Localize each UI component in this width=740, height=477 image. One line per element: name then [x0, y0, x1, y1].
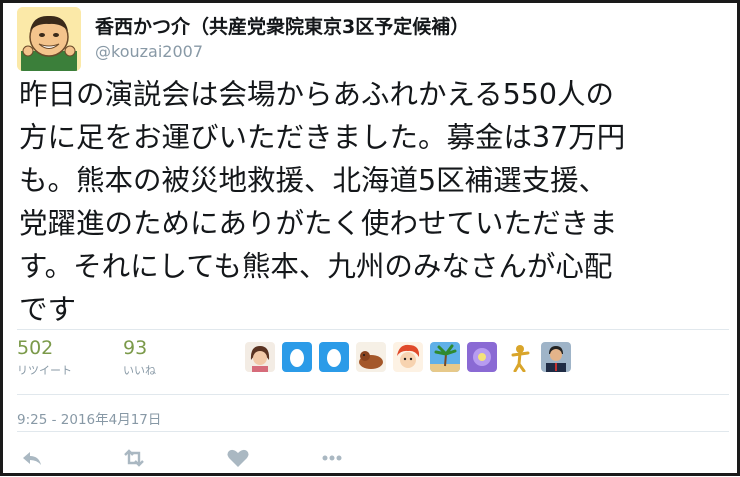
more-icon[interactable] — [317, 443, 347, 473]
divider — [17, 329, 729, 330]
dog-avatar[interactable] — [356, 342, 386, 372]
display-name[interactable]: 香西かつ介（共産党衆院東京3区予定候補） — [95, 12, 469, 39]
cartoon-avatar[interactable] — [393, 342, 423, 372]
purple-flower-avatar[interactable] — [467, 342, 497, 372]
tweet-text-line: す。それにしても熊本、九州のみなさんが心配 — [19, 250, 613, 283]
user-handle[interactable]: @kouzai2007 — [95, 42, 203, 61]
like-stat[interactable]: 93 いいね — [123, 337, 156, 378]
figure-avatar[interactable] — [504, 342, 534, 372]
egg-avatar[interactable] — [319, 342, 349, 372]
retweet-stat[interactable]: 502 リツイート — [17, 337, 72, 378]
tweet-card: 香西かつ介（共産党衆院東京3区予定候補） @kouzai2007 昨日の演説会は… — [0, 0, 740, 476]
tweet-text-line: 方に足をお運びいただきました。募金は37万円 — [19, 121, 626, 154]
divider — [17, 431, 729, 432]
like-label: いいね — [123, 364, 156, 377]
like-count: 93 — [123, 337, 148, 359]
tweet-text: 昨日の演説会は会場からあふれかえる550人の 方に足をお運びいただきました。募金… — [19, 73, 731, 331]
retweet-label: リツイート — [17, 364, 72, 377]
liker-avatars — [245, 342, 578, 376]
egg-avatar[interactable] — [282, 342, 312, 372]
tweet-text-line: 昨日の演説会は会場からあふれかえる550人の — [19, 78, 615, 111]
woman-avatar[interactable] — [245, 342, 275, 372]
tweet-text-line: 党躍進のためにありがたく使わせていただきま — [19, 207, 618, 240]
retweet-icon[interactable] — [119, 443, 149, 473]
palm-tree-avatar[interactable] — [430, 342, 460, 372]
like-icon[interactable] — [223, 443, 253, 473]
tweet-text-line: です — [19, 293, 77, 326]
man-avatar[interactable] — [541, 342, 571, 372]
tweet-text-line: も。熊本の被災地救援、北海道5区補選支援、 — [19, 164, 608, 197]
avatar-illustration — [17, 7, 81, 71]
profile-avatar[interactable] — [17, 7, 81, 71]
retweet-count: 502 — [17, 337, 54, 359]
reply-icon[interactable] — [17, 443, 47, 473]
divider — [17, 394, 729, 395]
tweet-timestamp[interactable]: 9:25 - 2016年4月17日 — [17, 408, 161, 428]
